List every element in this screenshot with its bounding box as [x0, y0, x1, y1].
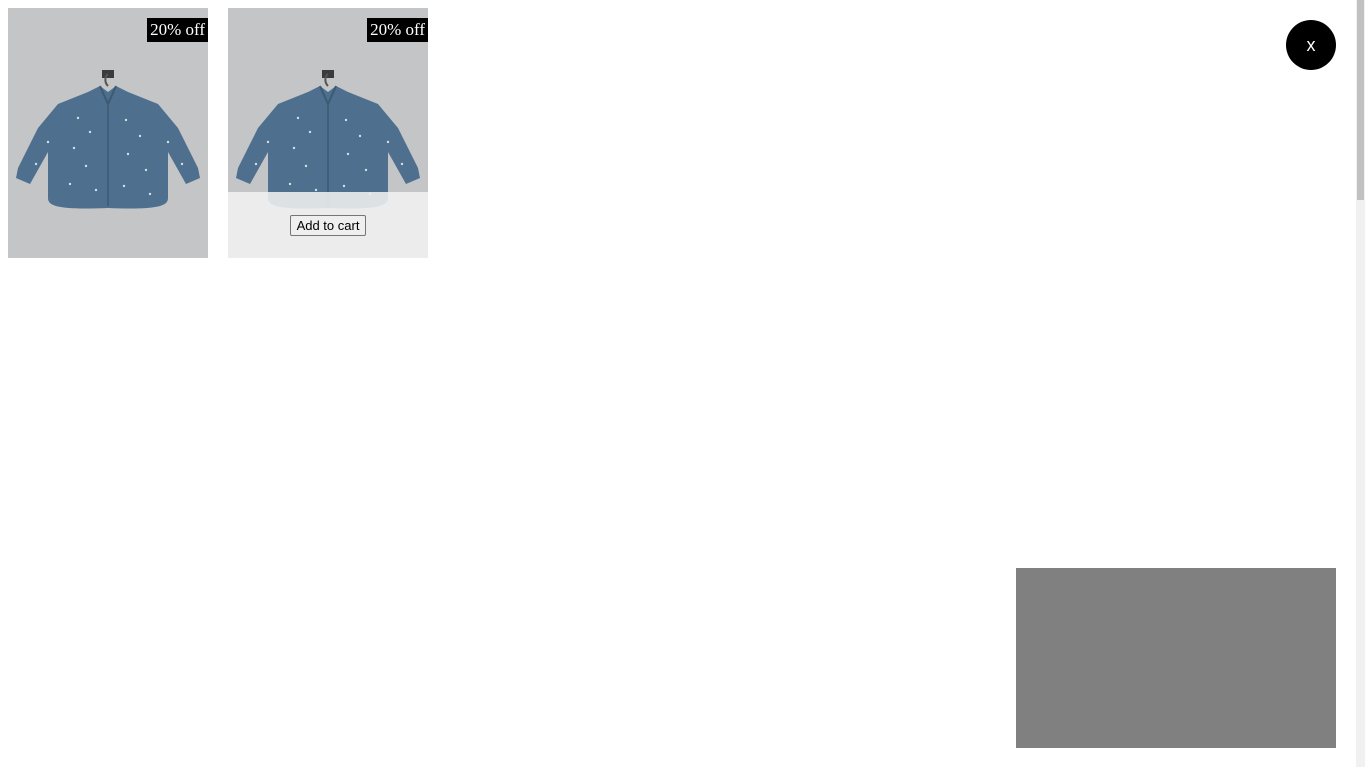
hanger-icon: [322, 70, 334, 87]
product-card[interactable]: 20% off: [8, 8, 208, 258]
gray-panel: [1016, 568, 1336, 748]
add-to-cart-button[interactable]: Add to cart: [289, 214, 367, 236]
product-card[interactable]: 20% off Add to cart: [228, 8, 428, 258]
page: 20% off 20% off Add to cart x: [0, 0, 1365, 767]
discount-badge: 20% off: [367, 18, 428, 42]
hanger-icon: [102, 70, 114, 87]
shirt-image: [16, 70, 200, 209]
close-icon: x: [1306, 34, 1316, 55]
cart-overlay: Add to cart: [228, 192, 428, 258]
close-button[interactable]: x: [1286, 20, 1336, 70]
scrollbar-thumb[interactable]: [1357, 0, 1364, 200]
vertical-scrollbar[interactable]: [1356, 0, 1365, 767]
discount-badge: 20% off: [147, 18, 208, 42]
